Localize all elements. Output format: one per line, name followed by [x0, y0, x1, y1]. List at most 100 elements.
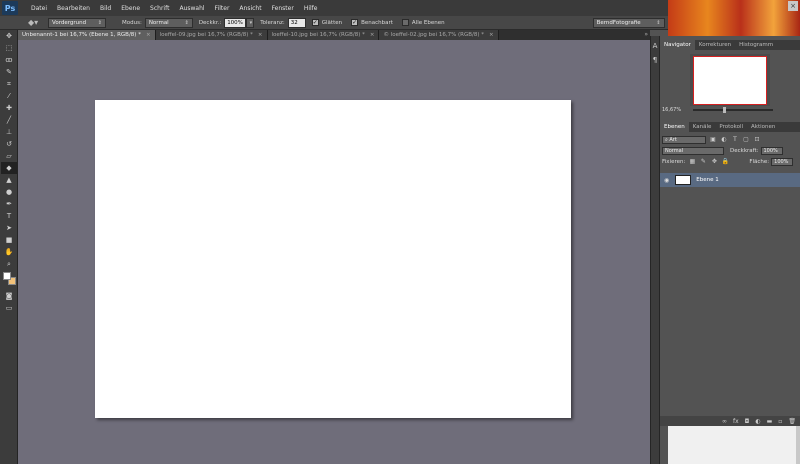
menu-ansicht[interactable]: Ansicht [234, 5, 266, 12]
lasso-tool-icon[interactable]: ꝏ [1, 54, 17, 66]
mask-icon[interactable]: ◘ [745, 418, 750, 425]
paint-bucket-tool-icon[interactable]: ◆ [1, 162, 17, 174]
eyedropper-tool-icon[interactable]: ⁄ [1, 90, 17, 102]
menu-fenster[interactable]: Fenster [267, 5, 299, 12]
menu-datei[interactable]: Datei [26, 5, 52, 12]
scrollbar[interactable] [796, 426, 800, 464]
tab-loeffel-10[interactable]: loeffel-10.jpg bei 16,7% (RGB/8) * × [267, 30, 380, 40]
smart-object-filter-icon[interactable]: ⊡ [753, 136, 761, 144]
history-brush-tool-icon[interactable]: ↺ [1, 138, 17, 150]
document-canvas[interactable] [95, 100, 571, 418]
blend-mode-select[interactable]: Normal [662, 146, 724, 155]
tolerance-input[interactable]: 32 [287, 17, 306, 28]
tab-loeffel-09[interactable]: loeffel-09.jpg bei 16,7% (RGB/8) * × [155, 30, 268, 40]
trash-icon[interactable]: 🗑 [788, 418, 796, 425]
type-filter-icon[interactable]: T [731, 136, 739, 144]
layer-name[interactable]: Ebene 1 [696, 177, 718, 183]
layers-footer-toolbar: ∞ fx ◘ ◐ ▬ ▫ 🗑 [660, 416, 800, 426]
adjustment-filter-icon[interactable]: ◐ [720, 136, 728, 144]
type-tool-icon[interactable]: T [1, 210, 17, 222]
menu-filter[interactable]: Filter [210, 5, 235, 12]
workspace-select[interactable]: BerndFotografie ⇕ [592, 17, 665, 28]
pixel-filter-icon[interactable]: ▣ [709, 136, 717, 144]
adjustment-icon[interactable]: ◐ [755, 418, 760, 425]
tab-unbenannt-1[interactable]: Unbenannt-1 bei 16,7% (Ebene 1, RGB/8) *… [18, 30, 156, 40]
character-panel-icon[interactable]: A [651, 42, 659, 50]
foreground-color-swatch[interactable] [3, 272, 11, 280]
contiguous-checkbox[interactable]: ✓ [351, 19, 359, 26]
new-layer-icon[interactable]: ▫ [778, 418, 782, 425]
tab-aktionen[interactable]: Aktionen [747, 122, 779, 132]
lock-all-icon[interactable]: 🔒 [721, 158, 729, 166]
tab-korrekturen[interactable]: Korrekturen [695, 40, 735, 50]
shape-filter-icon[interactable]: ▢ [742, 136, 750, 144]
clone-stamp-tool-icon[interactable]: ⊥ [1, 126, 17, 138]
navigator-panel: Navigator Korrekturen Histogramm 16,67% [660, 40, 800, 114]
menu-bearbeiten[interactable]: Bearbeiten [52, 5, 95, 12]
close-icon[interactable]: × [258, 32, 263, 38]
quick-mask-icon[interactable]: ◙ [1, 290, 17, 302]
tab-overflow-icon[interactable]: » [644, 30, 648, 40]
crop-tool-icon[interactable]: ⌗ [1, 78, 17, 90]
opacity-dropdown[interactable]: ▾ [246, 17, 255, 28]
quick-selection-tool-icon[interactable]: ✎ [1, 66, 17, 78]
layer-filter-select[interactable]: ⌕ Art [662, 135, 706, 144]
navigator-view-box[interactable] [693, 56, 767, 105]
rectangle-tool-icon[interactable]: ■ [1, 234, 17, 246]
layers-tab-bar: Ebenen Kanäle Protokoll Aktionen [660, 122, 800, 132]
smooth-checkbox[interactable]: ✓ [311, 19, 319, 26]
layer-opacity-input[interactable]: 100% [760, 146, 783, 155]
marquee-tool-icon[interactable]: ⬚ [1, 42, 17, 54]
fill-source-value: Vordergrund [52, 19, 87, 26]
path-selection-tool-icon[interactable]: ➤ [1, 222, 17, 234]
lock-position-icon[interactable]: ✥ [710, 158, 718, 166]
brush-tool-icon[interactable]: ╱ [1, 114, 17, 126]
tab-kanaele[interactable]: Kanäle [689, 122, 716, 132]
zoom-tool-icon[interactable]: ⌕ [1, 258, 17, 270]
fill-source-select[interactable]: Vordergrund ⇕ [48, 17, 106, 28]
blur-tool-icon[interactable]: ▲ [1, 174, 17, 186]
dodge-tool-icon[interactable]: ● [1, 186, 17, 198]
eye-icon[interactable]: ◉ [664, 177, 669, 184]
layer-row-ebene-1[interactable]: ◉ Ebene 1 [660, 173, 800, 187]
layer-filter-value: Art [669, 136, 677, 143]
close-icon[interactable]: × [370, 32, 375, 38]
mode-value: Normal [148, 19, 169, 26]
healing-brush-tool-icon[interactable]: ✚ [1, 102, 17, 114]
pen-tool-icon[interactable]: ✒ [1, 198, 17, 210]
menu-bild[interactable]: Bild [95, 5, 116, 12]
screen-mode-icon[interactable]: ▭ [1, 302, 17, 314]
slider-handle[interactable] [723, 107, 727, 113]
canvas-workspace[interactable] [18, 40, 650, 464]
menu-ebene[interactable]: Ebene [116, 5, 145, 12]
close-icon[interactable]: × [146, 32, 151, 38]
all-layers-checkbox[interactable] [401, 19, 409, 26]
lock-transparency-icon[interactable]: ▦ [688, 158, 696, 166]
lock-pixels-icon[interactable]: ✎ [699, 158, 707, 166]
opacity-input[interactable]: 100% [224, 17, 247, 28]
eraser-tool-icon[interactable]: ▱ [1, 150, 17, 162]
tab-navigator[interactable]: Navigator [660, 40, 695, 50]
menu-schrift[interactable]: Schrift [145, 5, 174, 12]
tab-protokoll[interactable]: Protokoll [715, 122, 747, 132]
layer-fill-input[interactable]: 100% [771, 157, 794, 166]
move-tool-icon[interactable]: ✥ [1, 30, 17, 42]
paint-bucket-icon[interactable]: ◆▾ [28, 18, 42, 28]
close-icon[interactable]: × [489, 32, 494, 38]
navigator-zoom-value[interactable]: 16,67% [662, 107, 681, 113]
navigator-zoom-slider[interactable] [693, 107, 774, 113]
folder-icon[interactable]: ▬ [767, 418, 773, 425]
close-icon[interactable]: × [788, 1, 798, 11]
fx-icon[interactable]: fx [733, 418, 739, 425]
menu-hilfe[interactable]: Hilfe [299, 5, 323, 12]
tab-histogramm[interactable]: Histogramm [735, 40, 777, 50]
mode-select[interactable]: Normal ⇕ [144, 17, 193, 28]
link-icon[interactable]: ∞ [722, 418, 727, 425]
smooth-label: Glätten [321, 19, 343, 26]
hand-tool-icon[interactable]: ✋ [1, 246, 17, 258]
paragraph-panel-icon[interactable]: ¶ [651, 56, 659, 64]
menu-auswahl[interactable]: Auswahl [174, 5, 209, 12]
tab-loeffel-02[interactable]: © loeffel-02.jpg bei 16,7% (RGB/8) * × [379, 30, 499, 40]
navigator-tab-bar: Navigator Korrekturen Histogramm [660, 40, 800, 50]
tab-ebenen[interactable]: Ebenen [660, 122, 689, 132]
